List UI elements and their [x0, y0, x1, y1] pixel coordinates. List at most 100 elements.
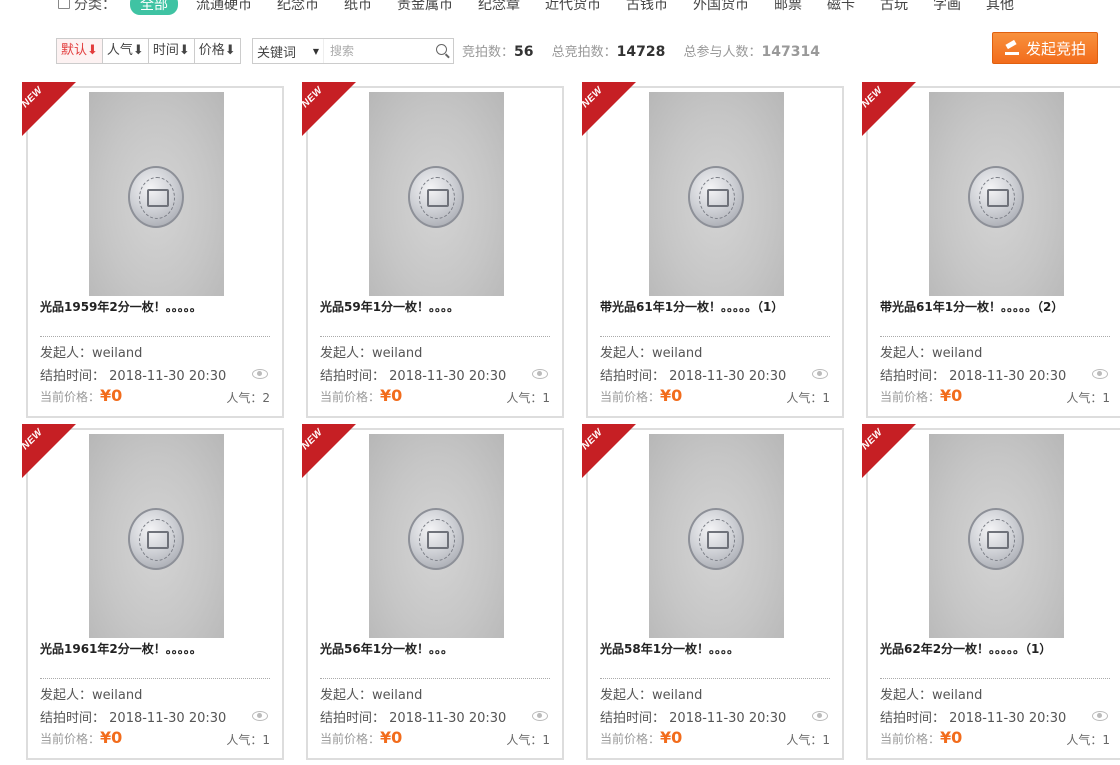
- end-time-value: 2018-11-30 20:30: [109, 711, 227, 726]
- coin-photo[interactable]: [649, 92, 784, 296]
- category-item-commemorative-coins[interactable]: 纪念币: [277, 0, 319, 14]
- auction-card[interactable]: NEW 光品56年1分一枚！。。。 发起人：weiland 结拍时间： 2018…: [302, 424, 564, 760]
- category-item-circulation-coins[interactable]: 流通硬币: [196, 0, 252, 14]
- card-divider: [880, 678, 1110, 679]
- current-price: ¥0: [100, 386, 123, 405]
- search-icon[interactable]: [436, 44, 447, 55]
- coin-photo[interactable]: [369, 92, 504, 296]
- popularity: 人气：1: [226, 731, 270, 748]
- popularity: 人气：1: [786, 731, 830, 748]
- coin-image: [968, 166, 1024, 228]
- end-time-value: 2018-11-30 20:30: [949, 711, 1067, 726]
- new-ribbon-label: NEW: [582, 426, 606, 453]
- category-item-stamps[interactable]: 邮票: [774, 0, 802, 14]
- popularity-label: 人气：: [1066, 733, 1103, 747]
- sort-default-button[interactable]: 默认⬇: [57, 39, 103, 63]
- end-time-row: 结拍时间： 2018-11-30 20:30: [320, 707, 506, 726]
- category-item-phone-cards[interactable]: 磁卡: [827, 0, 855, 14]
- popularity: 人气：1: [506, 389, 550, 406]
- category-item-paintings[interactable]: 字画: [933, 0, 961, 14]
- coin-photo[interactable]: [649, 434, 784, 638]
- category-item-precious-metal-coins[interactable]: 贵金属币: [397, 0, 453, 14]
- auction-card[interactable]: NEW 带光品61年1分一枚！。。。。。（2） 发起人：weiland 结拍时间…: [862, 82, 1120, 418]
- card-title[interactable]: 带光品61年1分一枚！。。。。。（1）: [600, 298, 832, 315]
- dropdown-triangle-icon: ▼: [312, 46, 319, 56]
- category-item-medals[interactable]: 纪念章: [478, 0, 520, 14]
- creator-row: 发起人：weiland: [600, 684, 702, 703]
- popularity-label: 人气：: [786, 733, 823, 747]
- category-item-other[interactable]: 其他: [986, 0, 1014, 14]
- new-ribbon: NEW: [582, 424, 638, 480]
- eye-icon: [532, 369, 548, 379]
- card-title[interactable]: 光品59年1分一枚！。。。。: [320, 298, 552, 315]
- auction-card[interactable]: NEW 光品58年1分一枚！。。。。 发起人：weiland 结拍时间： 201…: [582, 424, 844, 760]
- card-divider: [320, 678, 550, 679]
- creator-name: weiland: [932, 688, 983, 703]
- coin-photo[interactable]: [89, 434, 224, 638]
- card-title[interactable]: 光品58年1分一枚！。。。。: [600, 640, 832, 657]
- new-ribbon-label: NEW: [302, 84, 326, 111]
- card-title[interactable]: 光品56年1分一枚！。。。: [320, 640, 552, 657]
- creator-label: 发起人：: [600, 346, 653, 361]
- popularity: 人气：1: [506, 731, 550, 748]
- popularity-label: 人气：: [226, 391, 263, 405]
- current-price: ¥0: [660, 386, 683, 405]
- end-time-row: 结拍时间： 2018-11-30 20:30: [320, 365, 506, 384]
- sort-popularity-button[interactable]: 人气⬇: [103, 39, 149, 63]
- coin-image: [688, 508, 744, 570]
- auction-card[interactable]: NEW 光品1961年2分一枚！。。。。。 发起人：weiland 结拍时间： …: [22, 424, 284, 760]
- category-item-all[interactable]: 全部: [130, 0, 178, 15]
- popularity: 人气：1: [786, 389, 830, 406]
- sort-time-button[interactable]: 时间⬇: [149, 39, 195, 63]
- auction-card[interactable]: NEW 光品62年2分一枚！。。。。。（1） 发起人：weiland 结拍时间：…: [862, 424, 1120, 760]
- launch-auction-button[interactable]: 发起竞拍: [992, 32, 1098, 64]
- card-divider: [320, 336, 550, 337]
- end-time-row: 结拍时间： 2018-11-30 20:30: [880, 365, 1066, 384]
- card-title[interactable]: 光品1959年2分一枚！。。。。。: [40, 298, 272, 315]
- auction-card[interactable]: NEW 光品1959年2分一枚！。。。。。 发起人：weiland 结拍时间： …: [22, 82, 284, 418]
- category-item-ancient-coins[interactable]: 古钱币: [626, 0, 668, 14]
- new-ribbon-label: NEW: [862, 84, 886, 111]
- eye-icon: [532, 711, 548, 721]
- new-ribbon-label: NEW: [582, 84, 606, 111]
- card-title[interactable]: 光品62年2分一枚！。。。。。（1）: [880, 640, 1112, 657]
- auction-count: 56: [514, 44, 534, 60]
- new-ribbon-label: NEW: [302, 426, 326, 453]
- category-item-modern-currency[interactable]: 近代货币: [545, 0, 601, 14]
- participant-label: 总参与人数：: [683, 45, 762, 60]
- popularity-value: 1: [542, 391, 550, 405]
- auction-count-label: 竞拍数：: [462, 45, 515, 60]
- search-field-select[interactable]: 关键词 ▼: [253, 39, 324, 63]
- price-row: 当前价格：¥0: [880, 386, 962, 405]
- creator-label: 发起人：: [880, 688, 933, 703]
- end-time-value: 2018-11-30 20:30: [389, 369, 507, 384]
- coin-photo[interactable]: [929, 434, 1064, 638]
- popularity-value: 1: [1102, 391, 1110, 405]
- popularity-label: 人气：: [506, 733, 543, 747]
- popularity-value: 2: [262, 391, 270, 405]
- creator-label: 发起人：: [320, 688, 373, 703]
- card-title[interactable]: 带光品61年1分一枚！。。。。。（2）: [880, 298, 1112, 315]
- category-item-antiques[interactable]: 古玩: [880, 0, 908, 14]
- coin-photo[interactable]: [369, 434, 504, 638]
- card-title[interactable]: 光品1961年2分一枚！。。。。。: [40, 640, 272, 657]
- popularity-label: 人气：: [786, 391, 823, 405]
- auction-grid: NEW 光品1959年2分一枚！。。。。。 发起人：weiland 结拍时间： …: [22, 82, 1120, 760]
- category-item-foreign-currency[interactable]: 外国货币: [693, 0, 749, 14]
- coin-image: [408, 166, 464, 228]
- sort-price-button[interactable]: 价格⬇: [195, 39, 240, 63]
- price-label: 当前价格：: [600, 390, 661, 404]
- end-time-value: 2018-11-30 20:30: [109, 369, 227, 384]
- creator-name: weiland: [92, 688, 143, 703]
- auction-card[interactable]: NEW 带光品61年1分一枚！。。。。。（1） 发起人：weiland 结拍时间…: [582, 82, 844, 418]
- popularity-value: 1: [1102, 733, 1110, 747]
- price-label: 当前价格：: [880, 732, 941, 746]
- price-row: 当前价格：¥0: [40, 728, 122, 747]
- popularity-label: 人气：: [226, 733, 263, 747]
- coin-photo[interactable]: [89, 92, 224, 296]
- creator-row: 发起人：weiland: [320, 684, 422, 703]
- search-input[interactable]: [324, 43, 432, 59]
- auction-card[interactable]: NEW 光品59年1分一枚！。。。。 发起人：weiland 结拍时间： 201…: [302, 82, 564, 418]
- coin-photo[interactable]: [929, 92, 1064, 296]
- category-item-banknotes[interactable]: 纸币: [344, 0, 372, 14]
